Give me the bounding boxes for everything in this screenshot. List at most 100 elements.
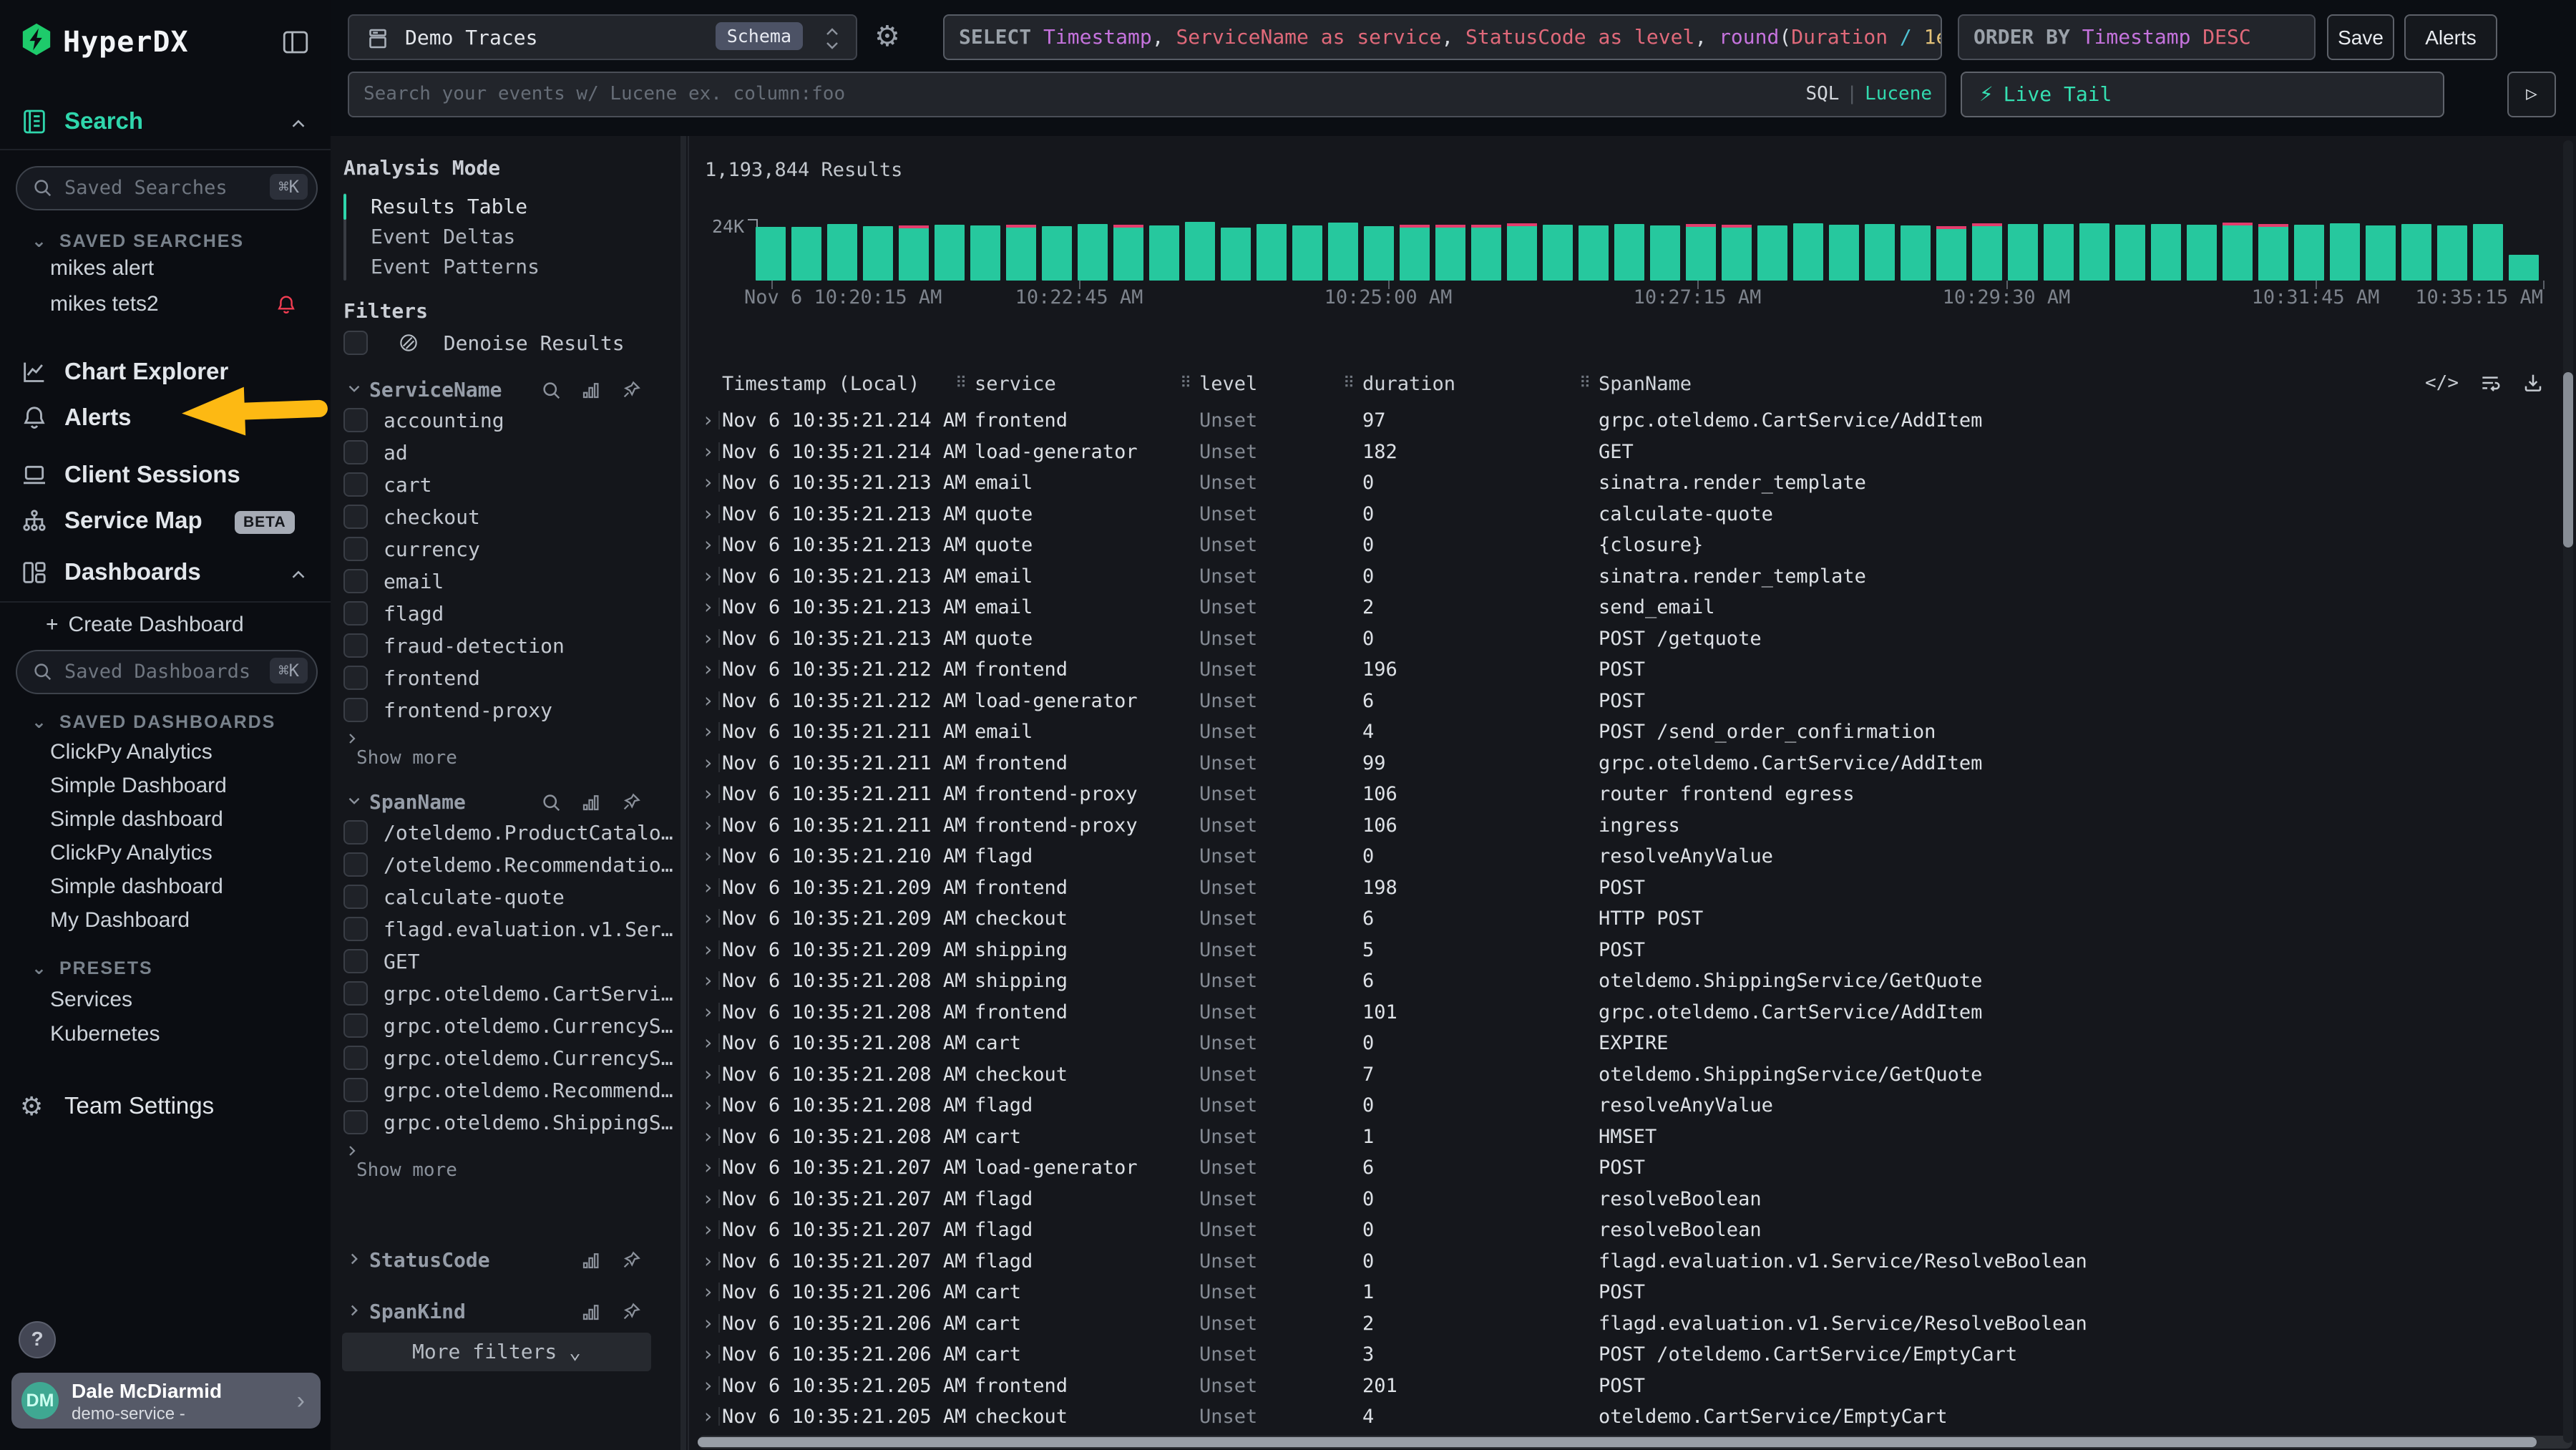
histogram-bar[interactable] [1257,224,1287,281]
table-row[interactable]: ›Nov 6 10:35:21.213 AMquoteUnset0POST /g… [689,623,2576,655]
histogram-bar[interactable] [2294,225,2324,281]
histogram-bar[interactable] [1757,225,1787,281]
histogram-bar[interactable] [2473,224,2503,281]
table-row[interactable]: ›Nov 6 10:35:21.208 AMflagdUnset0resolve… [689,1090,2576,1121]
histogram-bar[interactable] [1543,225,1573,281]
filter-group-spankind[interactable]: SpanKind [343,1295,676,1328]
chevron-up-icon[interactable] [288,113,309,135]
histogram-bar[interactable] [1042,226,1072,281]
row-expand-icon[interactable]: › [702,906,714,930]
histogram-bar[interactable] [1614,224,1644,281]
histogram-bar[interactable] [1113,225,1143,281]
table-row[interactable]: ›Nov 6 10:35:21.211 AMemailUnset4POST /s… [689,716,2576,748]
service-filter[interactable]: accounting [343,408,673,440]
saved-search-item[interactable]: mikes tets2 [50,292,322,323]
column-drag-handle[interactable]: ⠿ [1180,374,1191,392]
table-row[interactable]: ›Nov 6 10:35:21.207 AMflagdUnset0flagd.e… [689,1246,2576,1278]
row-expand-icon[interactable]: › [702,408,714,432]
wrap-lines-icon[interactable] [2479,371,2502,394]
saved-dashboards-section[interactable]: ⌄SAVED DASHBOARDS [31,711,275,733]
spanname-filter[interactable]: calculate-quote [343,885,673,917]
checkbox[interactable] [343,1110,368,1134]
table-row[interactable]: ›Nov 6 10:35:21.211 AMfrontendUnset99grp… [689,748,2576,779]
schema-badge[interactable]: Schema [716,22,803,50]
histogram-bar[interactable] [970,225,1000,281]
histogram-bar[interactable] [2115,225,2145,281]
dashboard-item[interactable]: ClickPy Analytics [50,841,213,872]
spanname-filter[interactable]: grpc.oteldemo.CurrencyS… [343,1013,673,1046]
histogram-bar[interactable] [1901,225,1931,281]
table-row[interactable]: ›Nov 6 10:35:21.209 AMcheckoutUnset6HTTP… [689,903,2576,935]
sidebar-collapse-icon[interactable] [280,27,311,57]
table-row[interactable]: ›Nov 6 10:35:21.208 AMfrontendUnset101gr… [689,997,2576,1028]
histogram-bar[interactable] [2079,223,2109,281]
sql-select-input[interactable]: SELECT Timestamp, ServiceName as service… [943,14,1942,60]
row-expand-icon[interactable]: › [702,719,714,743]
histogram-bar[interactable] [2437,225,2467,281]
vertical-scrollbar-thumb[interactable] [2563,372,2573,548]
service-filter[interactable]: email [343,569,673,601]
histogram-bar[interactable] [1686,224,1716,281]
denoise-checkbox[interactable] [343,331,368,355]
vertical-scrollbar-track[interactable] [2563,140,2573,1443]
saved-searches-input[interactable]: Saved Searches ⌘K [16,166,318,210]
table-row[interactable]: ›Nov 6 10:35:21.205 AMcheckoutUnset4otel… [689,1401,2576,1433]
preset-item[interactable]: Services [50,988,132,1019]
row-expand-icon[interactable]: › [702,1342,714,1366]
pin-icon[interactable] [620,1250,642,1271]
spanname-filter[interactable]: grpc.oteldemo.CartServi… [343,981,673,1013]
horizontal-scrollbar-thumb[interactable] [698,1437,2537,1447]
histogram-bar[interactable] [863,226,893,281]
checkbox[interactable] [343,1013,368,1038]
row-expand-icon[interactable]: › [702,1404,714,1428]
checkbox[interactable] [343,698,368,722]
service-filter[interactable]: cart [343,472,673,505]
col-duration[interactable]: duration [1362,373,1455,395]
table-row[interactable]: ›Nov 6 10:35:21.205 AMfrontendUnset201PO… [689,1371,2576,1402]
sidebar-item-service-map[interactable]: Service Map BETA [0,501,331,542]
histogram-bar[interactable] [1865,224,1895,281]
pin-icon[interactable] [620,1301,642,1323]
row-expand-icon[interactable]: › [702,1217,714,1241]
lucene-toggle[interactable]: Lucene [1865,83,1932,104]
pin-icon[interactable] [620,792,642,813]
col-service[interactable]: service [975,373,1056,395]
table-row[interactable]: ›Nov 6 10:35:21.213 AMemailUnset0sinatra… [689,467,2576,499]
checkbox[interactable] [343,885,368,909]
table-row[interactable]: ›Nov 6 10:35:21.209 AMfrontendUnset198PO… [689,872,2576,904]
histogram-bar[interactable] [1185,222,1215,281]
table-row[interactable]: ›Nov 6 10:35:21.209 AMshippingUnset5POST [689,935,2576,966]
row-expand-icon[interactable]: › [702,938,714,961]
sidebar-item-client-sessions[interactable]: Client Sessions [0,455,331,497]
filter-group-statuscode[interactable]: StatusCode [343,1244,676,1277]
spanname-filter[interactable]: grpc.oteldemo.ShippingS… [343,1110,673,1142]
table-row[interactable]: ›Nov 6 10:35:21.212 AMload-generatorUnse… [689,686,2576,717]
table-row[interactable]: ›Nov 6 10:35:21.213 AMquoteUnset0{closur… [689,530,2576,561]
service-filter[interactable]: fraud-detection [343,633,673,666]
histogram-bar[interactable] [2509,255,2539,281]
row-expand-icon[interactable]: › [702,1031,714,1054]
analysis-mode-option[interactable]: Event Deltas [343,222,658,252]
histogram-bar[interactable] [756,227,786,281]
checkbox[interactable] [343,949,368,973]
service-filter[interactable]: frontend-proxy [343,698,673,730]
source-select[interactable]: Demo Traces Schema [348,14,857,60]
histogram-bar[interactable] [1328,223,1358,281]
histogram-bar[interactable] [1364,226,1394,281]
panel-scrollbar[interactable] [680,136,686,1450]
service-filter[interactable]: flagd [343,601,673,633]
horizontal-scrollbar[interactable] [698,1436,2572,1449]
histogram-bar[interactable] [2401,224,2431,281]
col-spanname[interactable]: SpanName [1599,373,1692,395]
checkbox[interactable] [343,633,368,658]
bar-chart-icon[interactable] [580,792,602,813]
saved-searches-section[interactable]: ⌄SAVED SEARCHES [31,230,244,252]
table-row[interactable]: ›Nov 6 10:35:21.208 AMshippingUnset6otel… [689,965,2576,997]
column-drag-handle[interactable]: ⠿ [955,374,967,392]
filter-group-spanname[interactable]: SpanName [343,786,676,819]
dashboard-item[interactable]: My Dashboard [50,908,190,940]
row-expand-icon[interactable]: › [702,1311,714,1335]
histogram-bar[interactable] [1793,223,1823,281]
histogram-bar[interactable] [1650,225,1680,281]
more-filters-button[interactable]: More filters ⌄ [342,1333,651,1371]
